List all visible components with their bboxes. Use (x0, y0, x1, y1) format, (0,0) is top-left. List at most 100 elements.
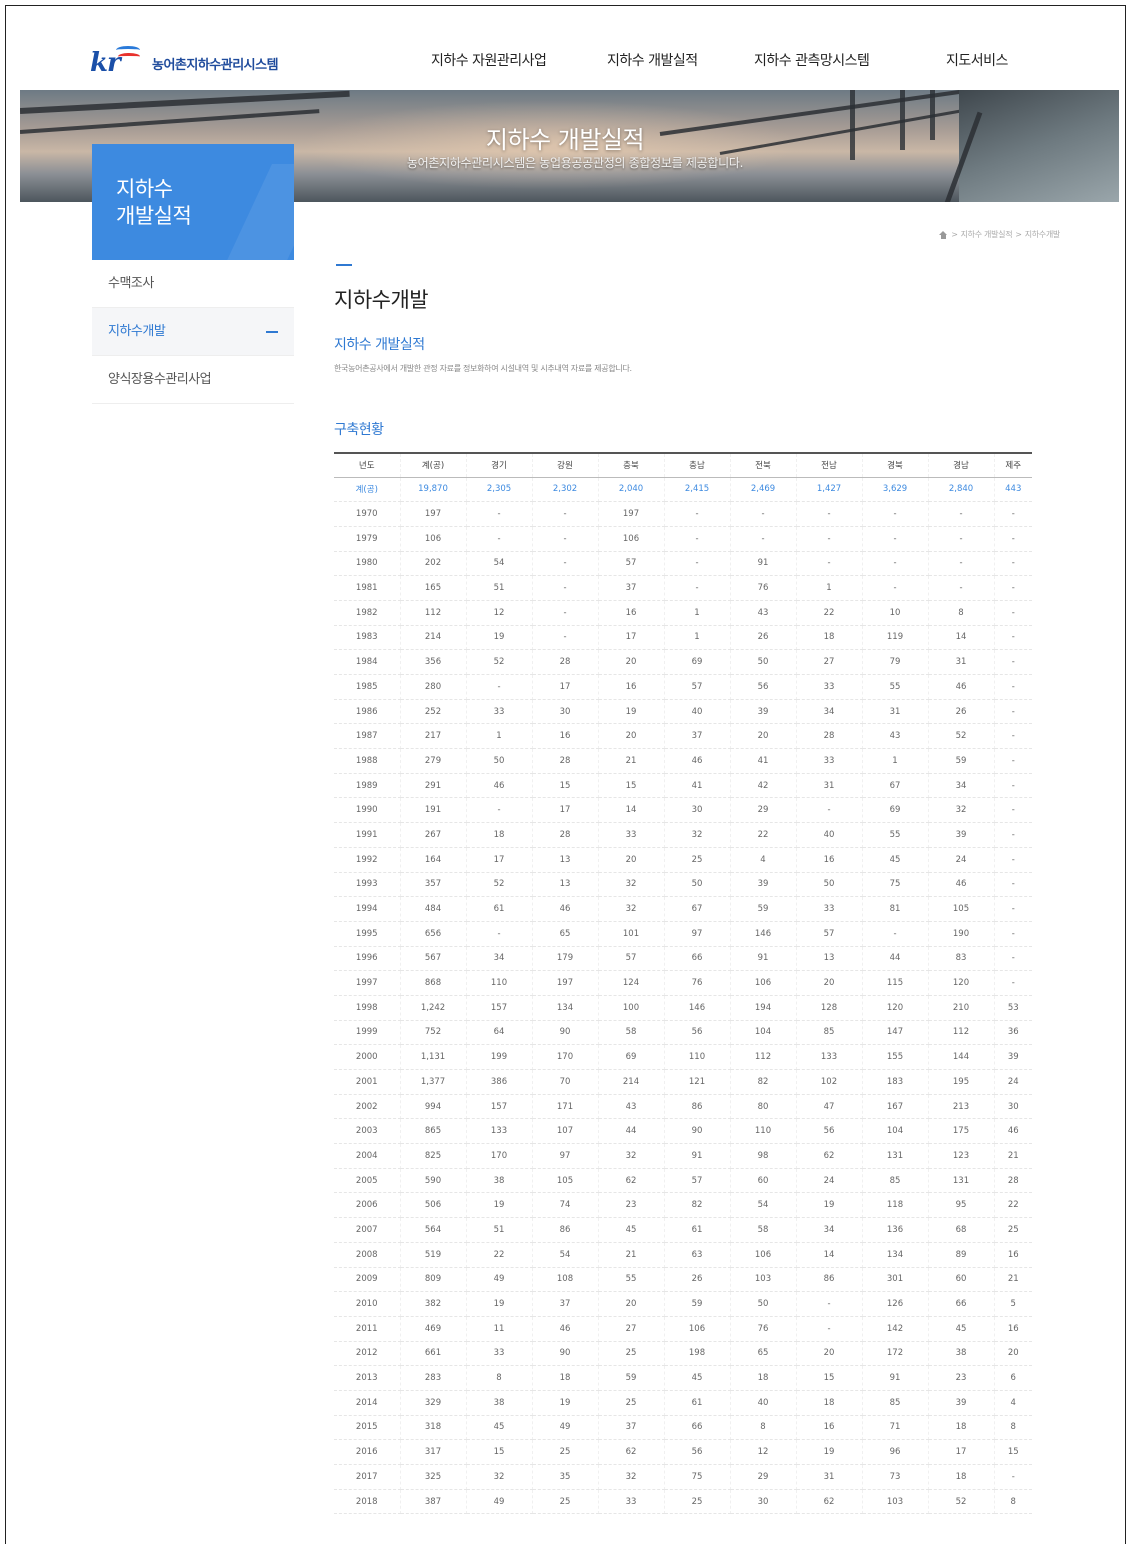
table-cell: - (532, 526, 599, 552)
table-cell: 2009 (334, 1267, 401, 1293)
table-cell: 18 (928, 1415, 995, 1441)
table-cell: 62 (796, 1489, 863, 1515)
nav-item-map-service[interactable]: 지도서비스 (946, 50, 1008, 70)
nav-item-development-results[interactable]: 지하수 개발실적 (607, 50, 698, 70)
section-description: 한국농어촌공사에서 개발한 관정 자료를 정보화하여 시설내역 및 시추내역 자… (334, 364, 632, 373)
table-cell: 1992 (334, 847, 401, 873)
column-header: 계(공) (400, 452, 467, 478)
table-cell: 382 (400, 1291, 467, 1317)
table-cell: 175 (928, 1118, 995, 1145)
column-header: 제주 (994, 452, 1032, 478)
table-row: 2000 1,131 199 170 69 110 112 133 155 144 39 (334, 1044, 1032, 1070)
table-cell: 506 (400, 1192, 467, 1219)
table-cell: 103 (730, 1267, 797, 1293)
table-cell: 19 (466, 625, 533, 651)
table-cell: - (532, 600, 599, 626)
table-row: 1997 868 110 197 124 76 106 20 115 120- (334, 970, 1032, 996)
table-cell: 325 (400, 1464, 467, 1490)
table-cell: 32 (598, 1143, 665, 1169)
table-row: 2008 519 22 54 21 63 106 14 134 89 16 (334, 1242, 1032, 1268)
table-cell: 30 (532, 699, 599, 725)
nav-item-resource-management[interactable]: 지하수 자원관리사업 (431, 50, 547, 70)
table-cell: 74 (532, 1192, 599, 1219)
title-accent-bar (336, 264, 352, 266)
table-cell: - (928, 526, 995, 552)
table-cell: 57 (598, 551, 665, 577)
table-cell: - (994, 748, 1032, 774)
table-row: 1995 656-65 101 97 146 57-190- (334, 921, 1032, 947)
table-cell: 37 (664, 723, 731, 750)
table-cell: 146 (730, 921, 797, 947)
table-cell: - (994, 723, 1032, 750)
table-cell: 86 (664, 1094, 731, 1120)
table-cell: 1994 (334, 896, 401, 922)
table-cell: 142 (862, 1316, 929, 1342)
table-cell: 197 (400, 501, 467, 527)
table-cell: 67 (862, 773, 929, 799)
table-cell: 1988 (334, 748, 401, 774)
home-icon[interactable] (939, 230, 948, 239)
table-cell: 115 (862, 970, 929, 996)
table-cell: 868 (400, 970, 467, 996)
table-cell: 34 (466, 946, 533, 972)
table-cell: 25 (532, 1439, 599, 1465)
table-cell: 39 (928, 1390, 995, 1416)
breadcrumb-item[interactable]: 지하수 개발실적 (961, 229, 1013, 240)
sidebar-item-survey[interactable]: 수맥조사 (92, 260, 294, 308)
table-cell: 75 (664, 1464, 731, 1490)
table-cell: - (664, 526, 731, 552)
table-row: 1985 280-17 16 57 56 33 55 46- (334, 674, 1032, 700)
table-cell: 79 (862, 649, 929, 675)
table-cell: 45 (928, 1316, 995, 1342)
table-cell: 865 (400, 1118, 467, 1145)
table-cell: - (994, 921, 1032, 947)
table-cell: 106 (730, 970, 797, 996)
table-cell: 23 (598, 1192, 665, 1219)
table-cell: 191 (400, 797, 467, 824)
table-cell: 56 (796, 1118, 863, 1145)
table-cell: 69 (664, 649, 731, 675)
table-cell: 98 (730, 1143, 797, 1169)
table-cell: 89 (928, 1242, 995, 1268)
table-cell: 25 (598, 1341, 665, 1367)
section-title: 지하수 개발실적 (334, 337, 425, 353)
table-cell: - (862, 921, 929, 947)
table-cell: 105 (928, 896, 995, 922)
table-cell: 214 (400, 625, 467, 651)
table-cell: 54 (532, 1242, 599, 1268)
table-cell: 55 (862, 822, 929, 848)
table-cell: 47 (796, 1094, 863, 1120)
table-cell: 567 (400, 946, 467, 972)
table-cell: 119 (862, 625, 929, 651)
table-cell: 16 (598, 674, 665, 700)
table-cell: 76 (664, 970, 731, 996)
table-cell: 2013 (334, 1365, 401, 1391)
nav-item-monitoring-system[interactable]: 지하수 관측망시스템 (754, 50, 870, 70)
table-cell: - (466, 921, 533, 947)
table-cell: 18 (928, 1464, 995, 1490)
table-cell: 50 (796, 872, 863, 898)
table-cell: 95 (928, 1192, 995, 1219)
table-cell: 202 (400, 551, 467, 577)
table-cell: 121 (664, 1069, 731, 1095)
table-cell: 19 (466, 1291, 533, 1317)
table-cell: 49 (466, 1489, 533, 1515)
table-cell: 267 (400, 822, 467, 848)
table-cell: 1985 (334, 674, 401, 700)
sidebar-item-development[interactable]: 지하수개발 (92, 308, 294, 356)
table-cell: 317 (400, 1439, 467, 1465)
table-cell: 100 (598, 995, 665, 1021)
table-cell: - (928, 551, 995, 577)
table-cell: 32 (598, 896, 665, 922)
table-cell: 825 (400, 1143, 467, 1169)
table-cell: 2,302 (532, 477, 599, 503)
table-cell: 443 (994, 477, 1032, 503)
table-cell: 1987 (334, 723, 401, 750)
sidebar-item-aquaculture[interactable]: 양식장용수관리사업 (92, 356, 294, 404)
table-cell: 108 (532, 1267, 599, 1293)
table-cell: 210 (928, 995, 995, 1021)
table-cell: 22 (796, 600, 863, 626)
table-cell: 38 (928, 1341, 995, 1367)
table-cell: 25 (664, 847, 731, 873)
table-cell: 91 (664, 1143, 731, 1169)
